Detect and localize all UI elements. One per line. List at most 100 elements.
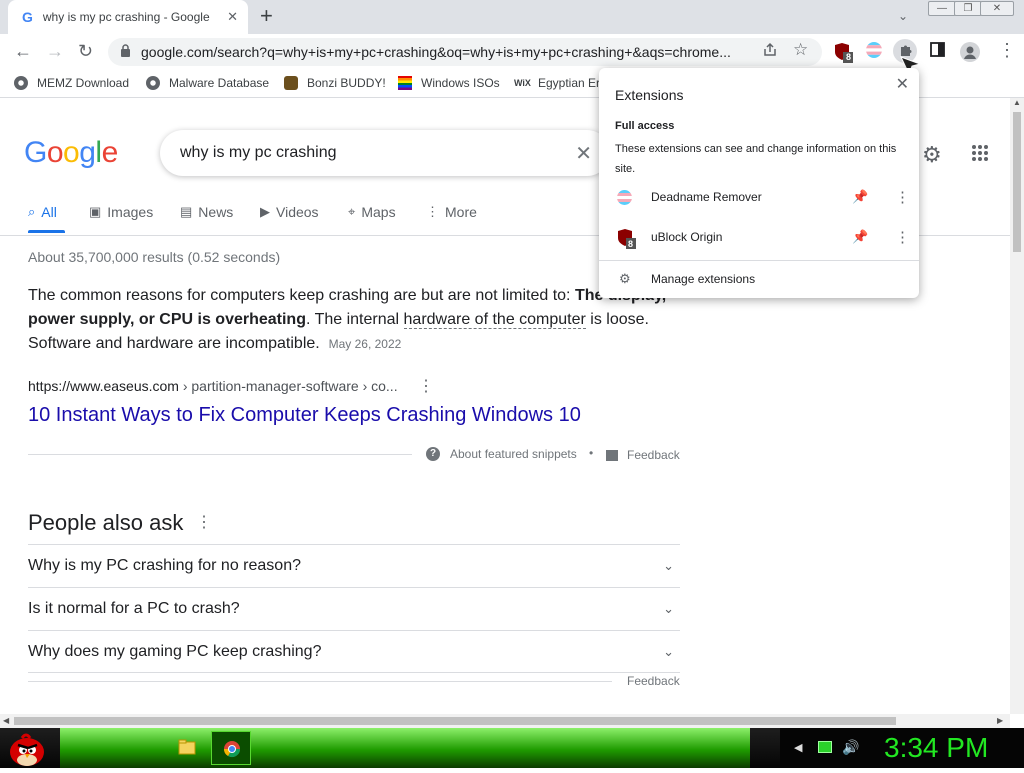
tab-news[interactable]: ▤ News — [180, 204, 233, 220]
extensions-popup-title: Extensions — [615, 87, 684, 103]
snippet-definition-link[interactable]: hardware of the computer — [403, 311, 586, 329]
pin-icon[interactable]: 📌 — [852, 229, 868, 245]
result-menu-icon[interactable]: ⋮ — [418, 376, 434, 396]
minimize-button[interactable]: — — [928, 1, 956, 16]
featured-snippet: The common reasons for computers keep cr… — [28, 284, 668, 356]
settings-gear-icon[interactable]: ⚙ — [922, 142, 942, 168]
result-title-link[interactable]: 10 Instant Ways to Fix Computer Keeps Cr… — [28, 404, 581, 427]
extension-more-icon[interactable]: ⋮ — [895, 188, 910, 206]
gear-icon: ⚙ — [619, 270, 631, 286]
horizontal-scrollbar[interactable]: ◀ ▶ — [0, 714, 1010, 728]
chrome-taskbar-button[interactable] — [211, 731, 251, 765]
manage-extensions-button[interactable]: ⚙ Manage extensions — [599, 260, 919, 296]
chrome-menu-icon[interactable]: ⋮ — [998, 41, 1016, 59]
tab-all-underline — [28, 230, 65, 233]
about-featured-snippets-link[interactable]: ? About featured snippets — [426, 447, 577, 461]
extension-name: Deadname Remover — [651, 190, 762, 204]
ublock-badge: 8 — [846, 52, 852, 62]
start-angry-bird-icon[interactable] — [6, 730, 48, 773]
browser-tab[interactable]: G why is my pc crashing - Google S ✕ — [8, 0, 248, 34]
bookmark-windows-isos[interactable]: Windows ISOs — [398, 76, 500, 90]
bookmark-memz[interactable]: MEMZ Download — [14, 76, 129, 90]
tab-maps[interactable]: ⌖ Maps — [348, 204, 396, 220]
paa-menu-icon[interactable]: ⋮ — [196, 512, 212, 532]
chevron-down-icon: ⌄ — [663, 643, 674, 659]
extension-row-deadname-remover[interactable]: Deadname Remover 📌 ⋮ — [599, 179, 919, 215]
svg-text:8: 8 — [628, 239, 633, 249]
network-icon[interactable] — [818, 741, 832, 753]
extension-row-ublock-origin[interactable]: 8 uBlock Origin 📌 ⋮ — [599, 219, 919, 255]
apps-grid-icon[interactable] — [971, 144, 989, 167]
chevron-down-icon: ⌄ — [663, 558, 674, 573]
help-circle-icon: ? — [426, 447, 440, 461]
close-window-button[interactable]: ✕ — [980, 1, 1014, 16]
share-icon[interactable] — [762, 42, 778, 62]
tab-videos[interactable]: ▶ Videos — [260, 204, 319, 220]
profile-avatar-icon[interactable] — [960, 42, 980, 62]
logo-letter: e — [101, 136, 119, 169]
paa-question[interactable]: Why is my PC crashing for no reason? ⌄ — [28, 544, 680, 587]
paa-footer-divider — [28, 681, 612, 682]
logo-letter: G — [24, 136, 47, 169]
volume-icon[interactable]: 🔊 — [842, 739, 859, 756]
search-icon: ⌕ — [28, 204, 36, 219]
result-cite-url[interactable]: https://www.easeus.com › partition-manag… — [28, 378, 398, 394]
bookmark-malware-database[interactable]: Malware Database — [146, 76, 269, 90]
browser-toolbar: ← → ↻ google.com/search?q=why+is+my+pc+c… — [0, 34, 1024, 76]
forward-button[interactable]: → — [46, 42, 64, 60]
close-popup-icon[interactable]: ✕ — [896, 74, 909, 94]
restore-button[interactable]: ❐ — [954, 1, 982, 16]
taskbar-green-strip — [60, 728, 750, 768]
search-input[interactable]: why is my pc crashing — [180, 144, 337, 162]
deadname-remover-toolbar-icon[interactable] — [866, 42, 882, 62]
scroll-left-arrow-icon[interactable]: ◀ — [3, 716, 9, 725]
clear-search-icon[interactable]: ✕ — [575, 141, 592, 166]
file-explorer-icon[interactable] — [178, 738, 196, 761]
extension-more-icon[interactable]: ⋮ — [895, 228, 910, 246]
paa-question[interactable]: Why does my gaming PC keep crashing? ⌄ — [28, 630, 680, 673]
lock-icon[interactable] — [120, 44, 131, 60]
back-button[interactable]: ← — [14, 42, 32, 60]
tab-images[interactable]: ▣ Images — [89, 204, 153, 220]
tab-close-icon[interactable]: ✕ — [227, 9, 238, 25]
extension-name: uBlock Origin — [651, 230, 723, 244]
tab-all[interactable]: ⌕ All — [28, 204, 57, 220]
url-text[interactable]: google.com/search?q=why+is+my+pc+crashin… — [141, 44, 751, 60]
extensions-popup: Extensions ✕ Full access These extension… — [599, 68, 919, 298]
scroll-up-arrow-icon[interactable]: ▲ — [1013, 98, 1021, 107]
pin-icon[interactable]: 📌 — [852, 189, 868, 205]
feedback-icon — [606, 449, 618, 461]
search-box[interactable]: why is my pc crashing ✕ — [160, 130, 610, 176]
taskbar-clock[interactable]: 3:34 PM — [884, 732, 988, 764]
snippet-divider — [28, 454, 412, 455]
google-logo[interactable]: Google — [24, 136, 118, 170]
paa-feedback-link[interactable]: Feedback — [627, 674, 680, 688]
image-icon: ▣ — [89, 204, 102, 219]
address-bar[interactable]: google.com/search?q=why+is+my+pc+crashin… — [108, 38, 822, 66]
vertical-scroll-thumb[interactable] — [1013, 112, 1021, 252]
logo-letter: o — [46, 136, 64, 169]
new-tab-button[interactable]: + — [260, 5, 273, 27]
news-icon: ▤ — [180, 204, 193, 219]
bookmark-star-icon[interactable]: ☆ — [793, 41, 808, 58]
tab-strip: G why is my pc crashing - Google S ✕ + ⌄… — [0, 0, 1024, 34]
feedback-link[interactable]: Feedback — [606, 448, 680, 462]
tray-arrow-icon[interactable]: ◀ — [794, 741, 802, 754]
side-panel-icon[interactable] — [930, 42, 945, 61]
scroll-right-arrow-icon[interactable]: ▶ — [997, 716, 1003, 725]
wix-icon: WiX — [514, 78, 531, 88]
tab-more[interactable]: ⋮ More — [426, 204, 477, 220]
bookmark-egyptian[interactable]: WiX Egyptian Er — [514, 76, 600, 90]
paa-question[interactable]: Is it normal for a PC to crash? ⌄ — [28, 587, 680, 630]
globe-icon — [146, 76, 160, 90]
chrome-icon — [223, 740, 241, 763]
bookmark-bonzi-buddy[interactable]: Bonzi BUDDY! — [284, 76, 386, 90]
reload-button[interactable]: ↻ — [78, 42, 93, 60]
snippet-date: May 26, 2022 — [328, 337, 402, 351]
full-access-heading: Full access — [615, 120, 675, 132]
logo-letter: g — [79, 136, 96, 169]
tab-search-chevron-icon[interactable]: ⌄ — [898, 9, 908, 23]
horizontal-scroll-thumb[interactable] — [14, 717, 896, 725]
people-also-ask-heading: People also ask — [28, 510, 184, 535]
vertical-scrollbar[interactable]: ▲ — [1010, 98, 1024, 714]
